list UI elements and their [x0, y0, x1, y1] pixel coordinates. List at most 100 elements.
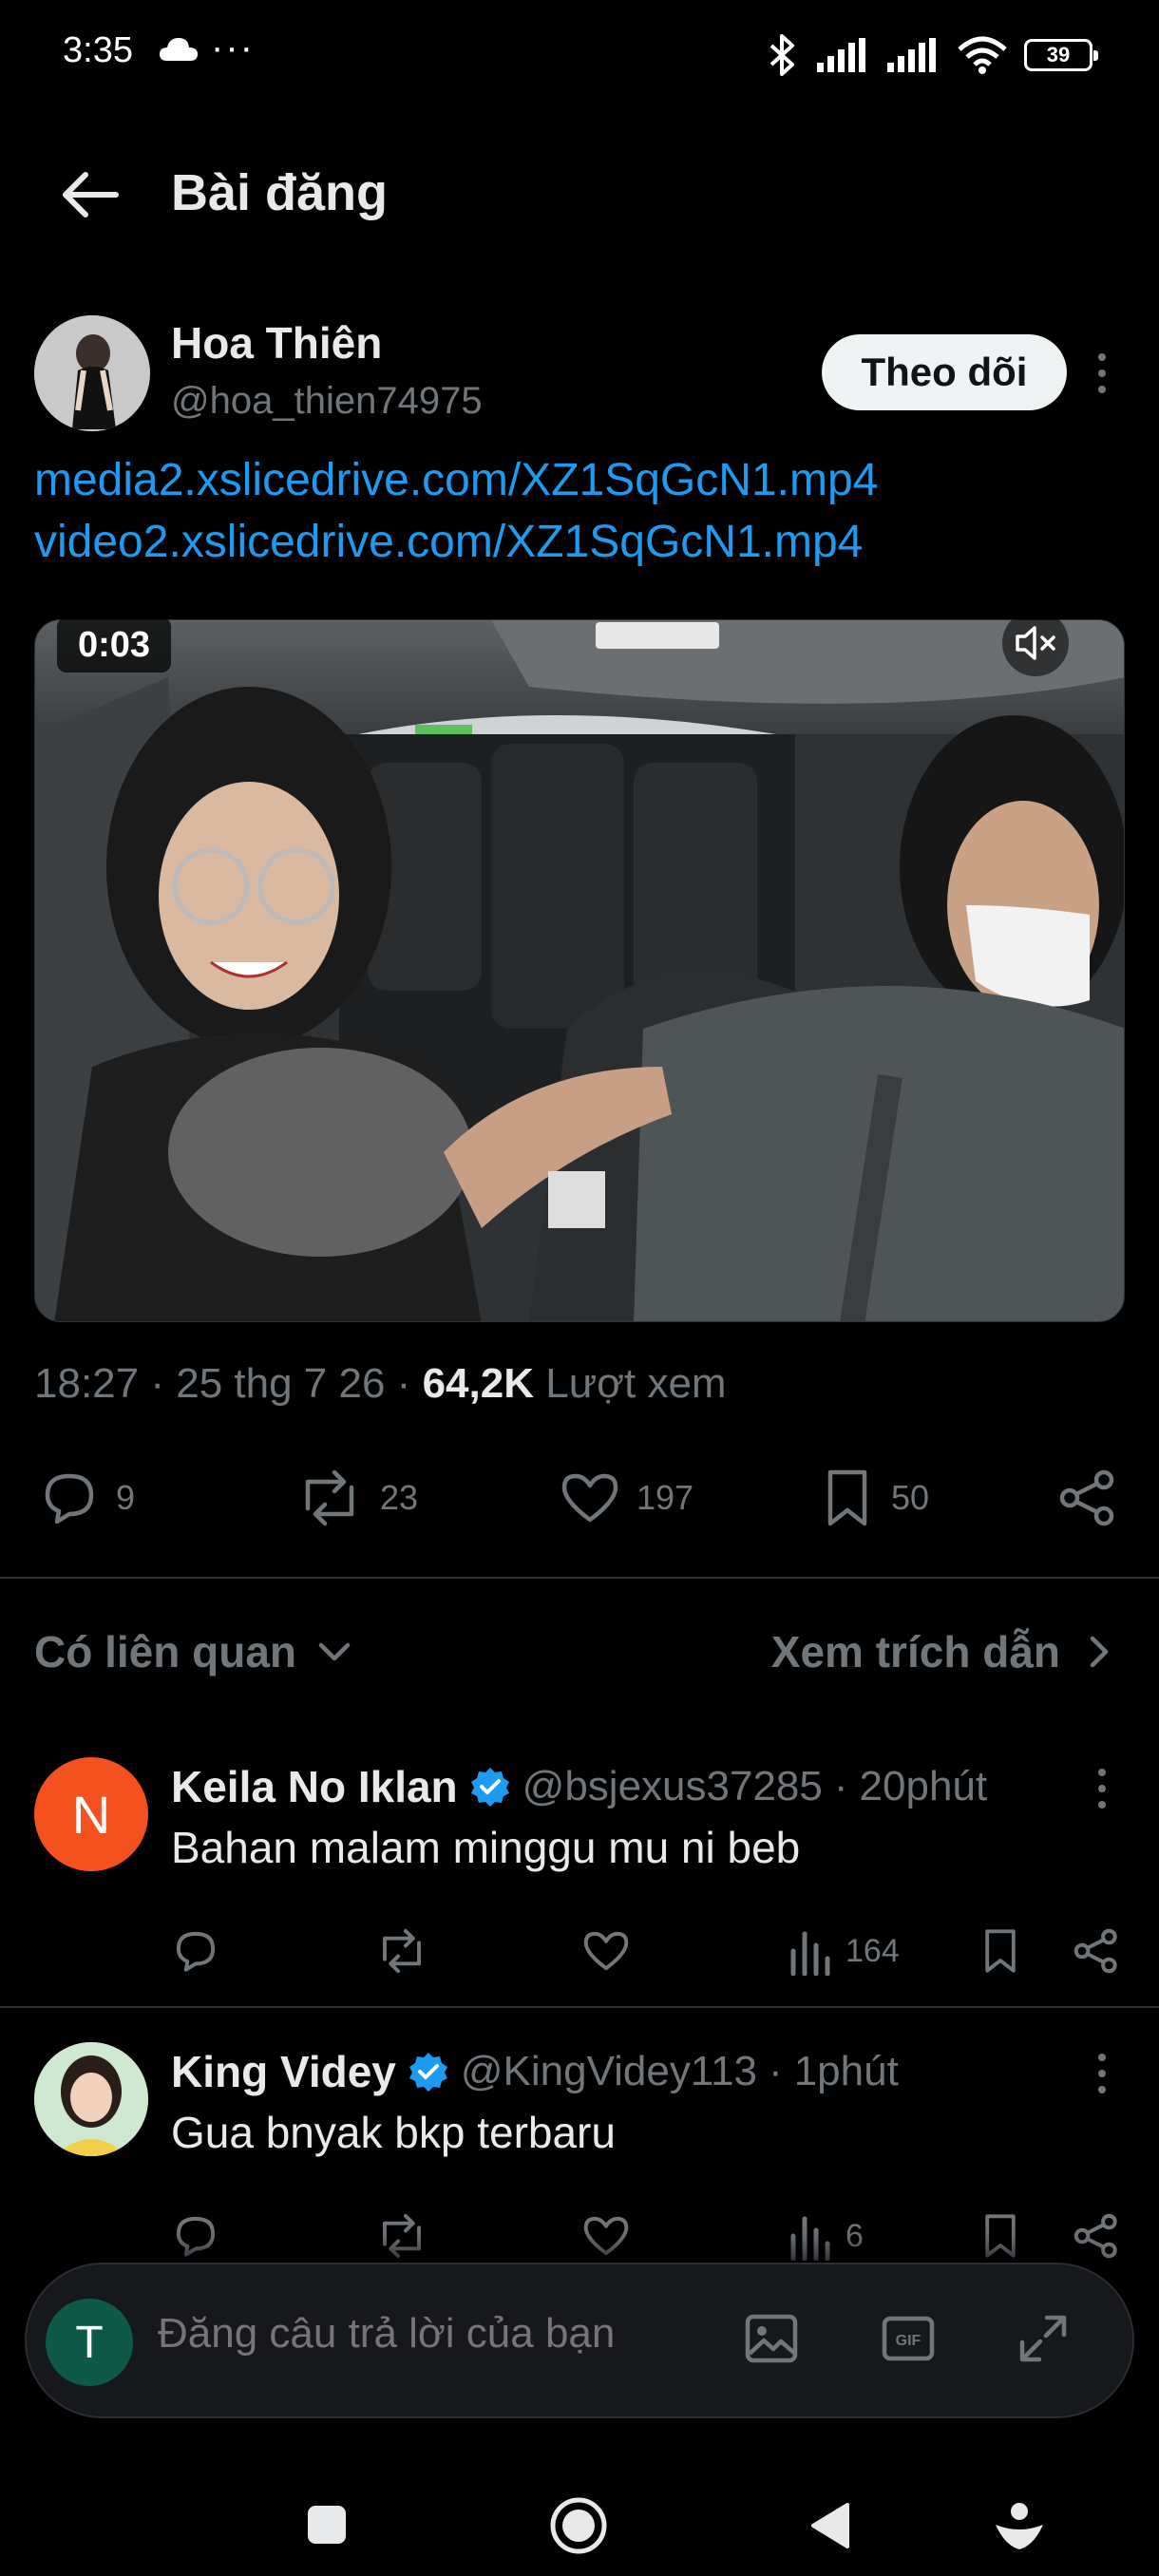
post-time: 18:27	[34, 1360, 140, 1407]
reply-count: 9	[116, 1478, 136, 1517]
reply-icon	[176, 2216, 216, 2257]
reply-views-count: 164	[846, 1932, 900, 1969]
compose-avatar-letter: T	[75, 2317, 104, 2368]
reply-views-count: 6	[846, 2217, 864, 2254]
reply-bookmark-action[interactable]	[978, 2211, 1022, 2261]
repost-count: 23	[380, 1478, 419, 1517]
bookmark-action[interactable]: 50	[819, 1467, 929, 1529]
page-title: Bài đăng	[171, 164, 389, 221]
chevron-right-icon	[1090, 1636, 1109, 1668]
post-date: 25 thg 7 26	[176, 1360, 386, 1407]
bookmark-icon	[985, 2214, 1016, 2258]
reply-more-icon[interactable]	[1092, 1765, 1112, 1812]
more-options-icon[interactable]	[1092, 350, 1112, 397]
reply-views-action[interactable]: 164	[788, 1926, 900, 1976]
avatar-letter: N	[71, 1784, 111, 1845]
video-duration: 0:03	[57, 617, 172, 672]
video-frame	[35, 620, 1124, 1321]
post-link-1[interactable]: media2.xslicedrive.com/XZ1SqGcN1.mp4	[34, 454, 878, 506]
analytics-icon	[790, 1931, 830, 1976]
reply-action[interactable]: 9	[38, 1467, 135, 1529]
reply-share-action[interactable]	[1072, 2211, 1121, 2261]
heart-icon	[583, 1931, 629, 1971]
related-label: Có liên quan	[34, 1627, 296, 1676]
assistant-button[interactable]	[992, 2498, 1047, 2553]
heart-icon	[561, 1473, 618, 1523]
reply-repost-action[interactable]	[374, 1926, 429, 1976]
reply-avatar[interactable]: N	[34, 1757, 148, 1871]
post-views-label: Lượt xem	[545, 1360, 727, 1407]
reply-avatar[interactable]	[34, 2042, 148, 2156]
share-action[interactable]	[1056, 1467, 1119, 1529]
divider	[0, 2006, 1159, 2008]
repost-icon	[383, 1928, 421, 1974]
repost-icon	[305, 1469, 354, 1526]
image-button[interactable]	[743, 2310, 800, 2367]
related-dropdown[interactable]: Có liên quan	[34, 1626, 353, 1677]
image-icon	[745, 2314, 798, 2363]
signal-2-icon	[887, 38, 936, 72]
reply-author-name[interactable]: King Videy	[171, 2046, 396, 2097]
bookmark-icon	[985, 1929, 1016, 1973]
reply-bookmark-action[interactable]	[978, 1926, 1022, 1976]
like-count: 197	[636, 1478, 694, 1517]
author-avatar[interactable]	[34, 315, 150, 431]
share-icon	[1074, 2213, 1117, 2259]
view-quotes-link[interactable]: Xem trích dẫn	[771, 1626, 1112, 1677]
back-button[interactable]	[57, 161, 124, 228]
post-link-2[interactable]: video2.xslicedrive.com/XZ1SqGcN1.mp4	[34, 516, 863, 568]
assistant-icon	[996, 2503, 1043, 2549]
share-icon	[1074, 1928, 1117, 1974]
expand-icon	[1019, 2315, 1067, 2362]
verified-badge-icon	[408, 2053, 447, 2092]
video-player[interactable]	[34, 619, 1125, 1322]
status-time: 3:35	[63, 30, 133, 70]
header: Bài đăng	[0, 104, 1159, 275]
system-back-button[interactable]	[809, 2502, 851, 2549]
repost-action[interactable]: 23	[294, 1467, 418, 1529]
reply-reply-action[interactable]	[171, 1926, 220, 1976]
heart-icon	[583, 2216, 629, 2256]
reply-views-action[interactable]: 6	[788, 2211, 864, 2261]
recents-button[interactable]	[306, 2504, 348, 2546]
reply-author-handle[interactable]: @bsjexus37285	[522, 1763, 823, 1810]
post-meta: 18:27 · 25 thg 7 26 · 64,2K Lượt xem	[34, 1360, 727, 1407]
verified-badge-icon	[470, 1768, 509, 1807]
mute-button[interactable]	[1002, 610, 1069, 676]
reply-more-icon[interactable]	[1092, 2050, 1112, 2097]
reply-repost-action[interactable]	[374, 2211, 429, 2261]
bluetooth-icon	[770, 34, 794, 76]
battery-icon: 39	[1024, 39, 1098, 71]
reply-header: King Videy @KingVidey113 · 1phút	[171, 2046, 899, 2097]
home-button[interactable]	[549, 2496, 608, 2555]
follow-button[interactable]: Theo dõi	[822, 334, 1067, 410]
status-icons: 39	[766, 34, 1098, 76]
more-notifications-icon: ···	[211, 27, 255, 68]
chevron-down-icon	[318, 1642, 351, 1661]
divider	[0, 1577, 1159, 1579]
reply-author-name[interactable]: Keila No Iklan	[171, 1761, 458, 1812]
expand-button[interactable]	[1015, 2310, 1072, 2367]
reply-like-action[interactable]	[581, 2211, 631, 2261]
reply-icon	[45, 1473, 94, 1525]
signal-1-icon	[817, 38, 865, 72]
arrow-left-icon	[63, 172, 119, 218]
cloud-icon	[160, 38, 198, 63]
reply-text: Gua bnyak bkp terbaru	[171, 2108, 616, 2157]
system-navigation-bar	[0, 2432, 1159, 2576]
status-bar: 3:35 ··· 39	[0, 0, 1159, 104]
reply-share-action[interactable]	[1072, 1926, 1121, 1976]
compose-avatar[interactable]: T	[46, 2299, 133, 2386]
bookmark-icon	[827, 1469, 867, 1526]
repost-icon	[383, 2213, 421, 2259]
reply-input[interactable]	[158, 2310, 690, 2358]
author-handle[interactable]: @hoa_thien74975	[171, 380, 483, 423]
triangle-back-icon	[811, 2503, 849, 2548]
reply-reply-action[interactable]	[171, 2211, 220, 2261]
reply-like-action[interactable]	[581, 1926, 631, 1976]
gif-button[interactable]: GIF	[880, 2310, 937, 2367]
reply-author-handle[interactable]: @KingVidey113	[461, 2048, 757, 2095]
square-icon	[308, 2506, 346, 2544]
like-action[interactable]: 197	[559, 1467, 694, 1529]
author-name[interactable]: Hoa Thiên	[171, 317, 382, 369]
